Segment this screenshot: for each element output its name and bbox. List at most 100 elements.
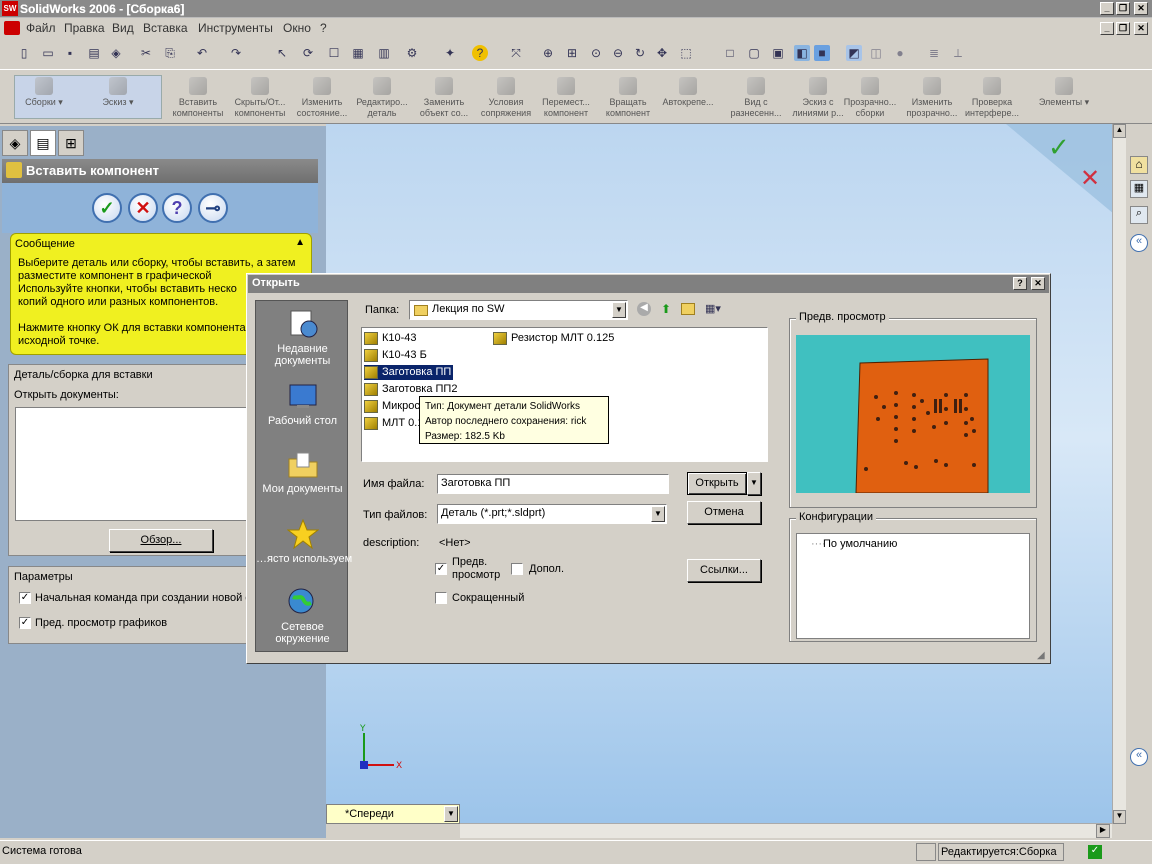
cmd-assemblies[interactable]: Сборки ▾: [14, 77, 74, 108]
cmd-insert-components[interactable]: Вставить компоненты: [168, 77, 228, 119]
orient-icon[interactable]: ⤧: [508, 45, 524, 61]
toolbox-icon[interactable]: ≣: [926, 45, 942, 61]
view-orientation-arrow[interactable]: ▼: [444, 806, 458, 822]
cut-icon[interactable]: ✂: [138, 45, 154, 61]
menu-edit[interactable]: Правка: [64, 21, 105, 35]
library-icon[interactable]: ▦: [1130, 180, 1148, 198]
ok-button[interactable]: ✓: [92, 193, 122, 223]
cmd-edit-part[interactable]: Редактиро... деталь: [352, 77, 412, 119]
expand-left-icon-2[interactable]: «: [1130, 748, 1148, 766]
doc-restore-button[interactable]: ❐: [1116, 22, 1130, 35]
select-icon[interactable]: ↖: [274, 45, 290, 61]
cmd-move-component[interactable]: Перемест... компонент: [536, 77, 596, 119]
back-icon[interactable]: ◀: [637, 302, 651, 316]
resize-grip-icon[interactable]: ◢: [1037, 650, 1045, 661]
menu-view[interactable]: Вид: [112, 21, 134, 35]
list-item[interactable]: К10-43 Б: [364, 348, 427, 363]
extra-checkbox[interactable]: [511, 563, 523, 575]
dialog-help-button[interactable]: ?: [1013, 277, 1027, 290]
filetype-dropdown-arrow[interactable]: ▼: [651, 506, 665, 522]
list-item[interactable]: МЛТ 0.1: [364, 416, 423, 431]
rebuild-icon[interactable]: ⟳: [300, 45, 316, 61]
cancel-button[interactable]: Отмена: [687, 501, 761, 524]
undo-icon[interactable]: ↶: [194, 45, 210, 61]
zoom-fit-icon[interactable]: ⊕: [540, 45, 556, 61]
horizontal-scrollbar[interactable]: ▶: [460, 823, 1112, 838]
collapse-up-icon[interactable]: ▲: [295, 237, 305, 248]
shadows-icon[interactable]: ◩: [846, 45, 862, 61]
wireframe-icon[interactable]: □: [722, 45, 738, 61]
menu-tools[interactable]: Инструменты: [198, 21, 273, 35]
section-view-icon[interactable]: ◫: [868, 45, 884, 61]
measure-icon[interactable]: ⟂: [950, 45, 966, 61]
cmd-exploded-view[interactable]: Вид с разнесенн...: [726, 77, 786, 119]
links-button[interactable]: Ссылки...: [687, 559, 761, 582]
home-icon[interactable]: ⌂: [1130, 156, 1148, 174]
minimize-button[interactable]: _: [1100, 2, 1114, 15]
cmd-explode-line-sketch[interactable]: Эскиз с линиями р...: [788, 77, 848, 119]
cmd-mate[interactable]: Условия сопряжения: [476, 77, 536, 119]
place-network[interactable]: Сетевое окружение: [256, 587, 349, 645]
list-item[interactable]: Заготовка ПП2: [364, 382, 457, 397]
open-icon[interactable]: ▭: [40, 45, 56, 61]
rotate-icon[interactable]: ↻: [632, 45, 648, 61]
list-item[interactable]: Резистор МЛТ 0.125: [493, 331, 614, 346]
grid-icon[interactable]: ▦: [350, 45, 366, 61]
cmd-change-transparency[interactable]: Изменить прозрачно...: [902, 77, 962, 119]
help-question-button[interactable]: ?: [162, 193, 192, 223]
cmd-hide-components[interactable]: Скрыть/От... компоненты: [230, 77, 290, 119]
place-recent[interactable]: Недавние документы: [256, 309, 349, 367]
filetype-select[interactable]: Деталь (*.prt;*.sldprt) ▼: [437, 504, 667, 524]
cmd-smart-fasteners[interactable]: Автокрепе...: [658, 77, 718, 108]
cmd-replace[interactable]: Заменить объект со...: [414, 77, 474, 119]
3dcontent-icon[interactable]: ◈: [108, 45, 124, 61]
view-orientation-dropdown[interactable]: *Спереди ▼: [326, 804, 460, 824]
dialog-close-button[interactable]: ✕: [1031, 277, 1045, 290]
folder-dropdown-arrow[interactable]: ▼: [612, 302, 626, 318]
scroll-right-arrow[interactable]: ▶: [1096, 824, 1110, 838]
shaded-edges-icon[interactable]: ◧: [794, 45, 810, 61]
place-mydocs[interactable]: Мои документы: [256, 449, 349, 495]
place-desktop[interactable]: Рабочий стол: [256, 381, 349, 427]
corner-cancel-icon[interactable]: ✕: [1080, 164, 1100, 192]
corner-ok-icon[interactable]: ✓: [1048, 133, 1070, 163]
tab-propertymanager[interactable]: ▤: [30, 130, 56, 156]
close-button[interactable]: ✕: [1134, 2, 1148, 15]
up-folder-icon[interactable]: ⬆: [659, 302, 673, 316]
open-options-arrow[interactable]: ▼: [747, 472, 761, 495]
realview-icon[interactable]: ●: [892, 45, 908, 61]
feature-icon[interactable]: ✦: [442, 45, 458, 61]
cmd-assembly-transparency[interactable]: Прозрачно... сборки: [840, 77, 900, 119]
menu-insert[interactable]: Вставка: [143, 21, 188, 35]
filename-input[interactable]: Заготовка ПП: [437, 474, 669, 494]
place-favorites[interactable]: …ясто используем: [256, 519, 352, 565]
cmd-change-state[interactable]: Изменить состояние...: [292, 77, 352, 119]
save-icon[interactable]: ▪: [62, 45, 78, 61]
doc-close-button[interactable]: ✕: [1134, 22, 1148, 35]
tab-configurationmanager[interactable]: ⊞: [58, 130, 84, 156]
new-folder-icon[interactable]: [681, 303, 695, 315]
new-icon[interactable]: ▯: [16, 45, 32, 61]
menu-window[interactable]: Окно: [283, 21, 311, 35]
list-item-selected[interactable]: Заготовка ПП: [364, 365, 454, 380]
zoom-in-icon[interactable]: ⊙: [588, 45, 604, 61]
open-button[interactable]: Открыть: [687, 472, 747, 495]
scroll-down-arrow[interactable]: ▼: [1113, 810, 1126, 824]
scroll-up-arrow[interactable]: ▲: [1113, 124, 1126, 138]
config-item[interactable]: По умолчанию: [823, 538, 897, 550]
preview-checkbox[interactable]: ✓: [435, 563, 447, 575]
config-list[interactable]: ···· По умолчанию: [796, 533, 1030, 639]
zoom-area-icon[interactable]: ⊞: [564, 45, 580, 61]
options-icon[interactable]: ☐: [326, 45, 342, 61]
short-checkbox[interactable]: [435, 592, 447, 604]
hidden-removed-icon[interactable]: ▣: [770, 45, 786, 61]
cmd-features[interactable]: Элементы ▾: [1034, 77, 1094, 108]
rebuild-status-icon[interactable]: ✓: [1088, 845, 1102, 859]
list-item[interactable]: Микрос: [364, 399, 420, 414]
opt1-checkbox[interactable]: ✓: [19, 592, 31, 604]
hidden-lines-icon[interactable]: ▢: [746, 45, 762, 61]
menu-help[interactable]: ?: [320, 21, 327, 35]
copy-icon[interactable]: ⎘: [162, 45, 178, 61]
opt2-checkbox[interactable]: ✓: [19, 617, 31, 629]
browse-button[interactable]: Обзор...: [109, 529, 213, 552]
